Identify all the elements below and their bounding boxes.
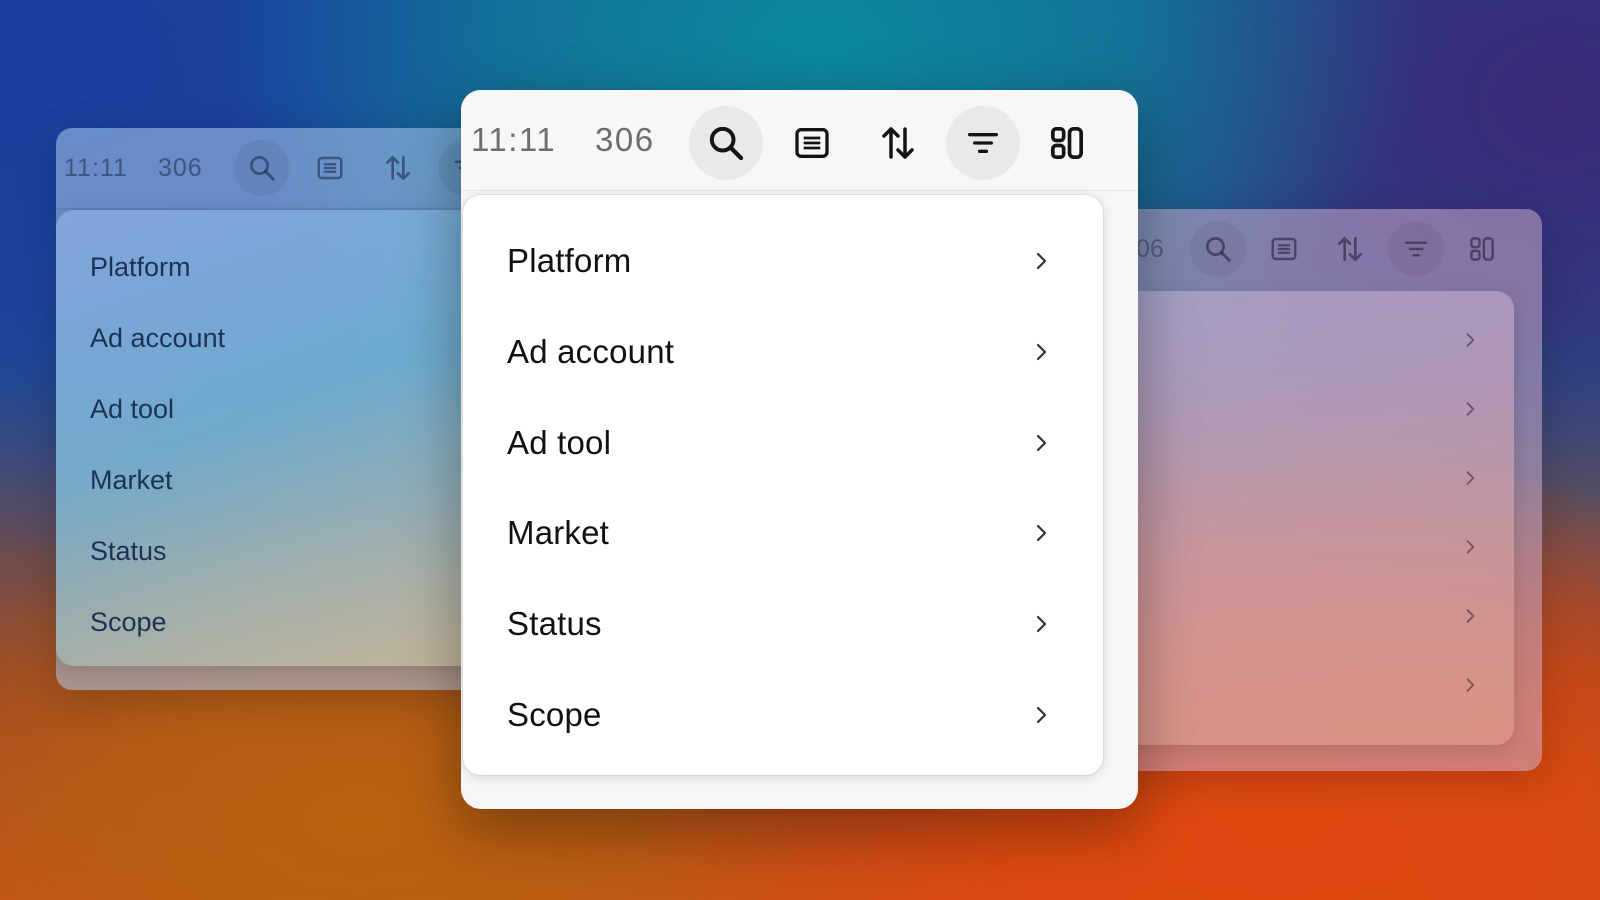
menu-item-scope[interactable]: Scope: [56, 597, 476, 647]
filter-icon: [968, 133, 998, 153]
menu-item-market[interactable]: [1096, 522, 1514, 572]
layout-button[interactable]: [1454, 221, 1510, 277]
chevron-right-icon: [1036, 434, 1047, 452]
list-button[interactable]: [302, 140, 358, 196]
menu-item-label: Market: [507, 514, 610, 551]
chevron-right-icon: [1036, 706, 1047, 724]
list-icon: [795, 128, 829, 158]
menu-item-scope[interactable]: Scope: [463, 685, 1103, 745]
filter-window: 11:11 306 Platform Ad account Ad tool Ma…: [461, 90, 1138, 809]
menu-item-label: Platform: [507, 242, 632, 279]
menu-item-label: Platform: [90, 251, 191, 282]
background-window-right: 06 m ount: [1096, 209, 1542, 771]
sort-icon: [386, 156, 410, 180]
menu-item-label: Status: [507, 605, 602, 642]
menu-item-status[interactable]: Status: [56, 526, 476, 576]
filter-button[interactable]: [946, 106, 1020, 180]
sort-icon: [1338, 237, 1362, 261]
menu-item-ad-tool[interactable]: Ad tool: [463, 413, 1103, 473]
search-icon: [250, 156, 275, 181]
list-button[interactable]: [1256, 221, 1312, 277]
filter-menu: Platform Ad account Ad tool Market Statu…: [463, 195, 1103, 775]
chevron-right-icon: [1036, 615, 1047, 633]
search-button[interactable]: [689, 106, 763, 180]
sort-button[interactable]: [861, 106, 935, 180]
menu-item-label: Ad account: [90, 322, 226, 353]
layout-icon: [1051, 126, 1083, 159]
menu-item-market[interactable]: Market: [56, 455, 476, 505]
toolbar: 11:11 306: [56, 128, 476, 210]
chevron-right-icon: [1466, 678, 1475, 692]
filter-menu: m ount: [1096, 291, 1514, 745]
sort-button[interactable]: [370, 140, 426, 196]
menu-item-ad-account[interactable]: Ad account: [463, 322, 1103, 382]
menu-item-label: Status: [90, 535, 167, 566]
menu-item-platform[interactable]: m: [1096, 315, 1514, 365]
menu-item-label: Scope: [507, 696, 602, 733]
menu-item-platform[interactable]: Platform: [56, 242, 476, 292]
menu-item-platform[interactable]: Platform: [463, 231, 1103, 291]
filter-menu: Platform Ad account Ad tool Market Statu…: [56, 210, 476, 666]
time-label: 11:11: [64, 153, 128, 182]
menu-item-label: Ad tool: [507, 424, 612, 461]
count-label: 06: [1136, 234, 1164, 263]
list-button[interactable]: [775, 106, 849, 180]
menu-item-ad-account[interactable]: ount: [1096, 384, 1514, 434]
search-icon: [1206, 237, 1231, 262]
chevron-right-icon: [1466, 471, 1475, 485]
toolbar: 06: [1096, 209, 1542, 289]
search-icon: [709, 126, 744, 161]
count-label: 306: [595, 121, 655, 158]
list-icon: [317, 156, 343, 180]
menu-item-label: Ad tool: [90, 393, 175, 424]
time-label: 11:11: [471, 121, 557, 158]
chevron-right-icon: [1466, 609, 1475, 623]
menu-item-ad-account[interactable]: Ad account: [56, 313, 476, 363]
menu-item-label: Scope: [90, 606, 167, 637]
menu-item-status[interactable]: Status: [463, 594, 1103, 654]
chevron-right-icon: [1466, 333, 1475, 347]
chevron-right-icon: [1036, 252, 1047, 270]
menu-item-status[interactable]: [1096, 591, 1514, 641]
filter-icon: [1404, 241, 1428, 257]
layout-icon: [1470, 237, 1494, 261]
chevron-right-icon: [1466, 540, 1475, 554]
chevron-right-icon: [1036, 343, 1047, 361]
filter-button[interactable]: [1388, 221, 1444, 277]
layout-button[interactable]: [1030, 106, 1104, 180]
background-window-left: 11:11 306 Platform Ad account Ad tool Ma…: [56, 128, 476, 690]
search-button[interactable]: [234, 140, 290, 196]
search-button[interactable]: [1190, 221, 1246, 277]
toolbar: 11:11 306: [461, 90, 1138, 191]
sort-button[interactable]: [1322, 221, 1378, 277]
menu-item-label: Market: [90, 464, 173, 495]
menu-item-market[interactable]: Market: [463, 503, 1103, 563]
menu-item-label: Ad account: [507, 333, 675, 370]
count-label: 306: [158, 153, 203, 182]
chevron-right-icon: [1036, 524, 1047, 542]
menu-item-ad-tool[interactable]: Ad tool: [56, 384, 476, 434]
list-icon: [1271, 237, 1297, 261]
chevron-right-icon: [1466, 402, 1475, 416]
sort-icon: [882, 127, 914, 159]
menu-item-ad-tool[interactable]: [1096, 453, 1514, 503]
menu-item-scope[interactable]: [1096, 660, 1514, 710]
